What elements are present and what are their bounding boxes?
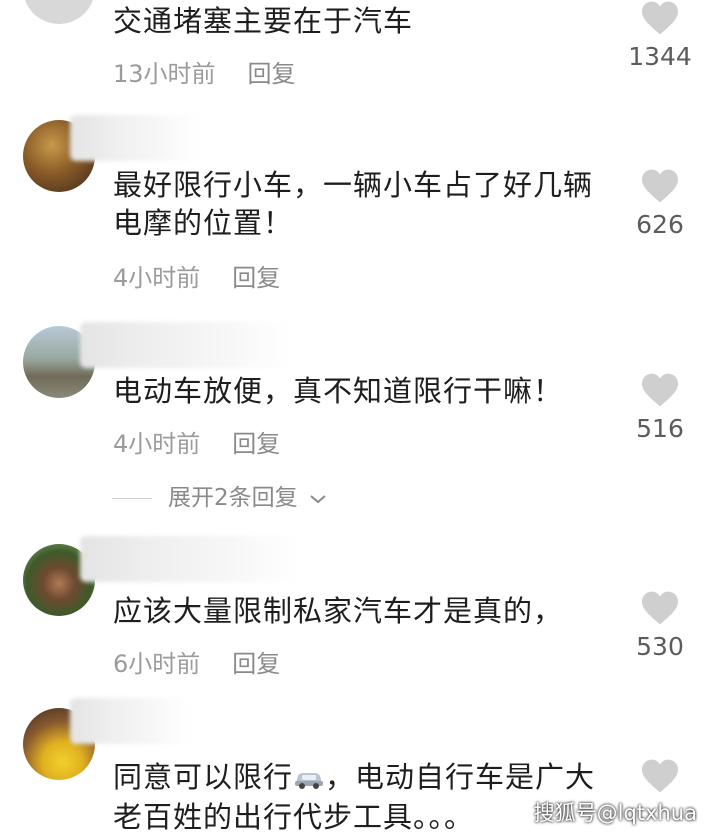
comment-meta: 13小时前 回复 bbox=[113, 54, 296, 89]
chevron-down-icon bbox=[310, 494, 326, 503]
comment-text: 电动车放便，真不知道限行干嘛！ bbox=[113, 374, 564, 408]
avatar[interactable] bbox=[23, 0, 95, 24]
like-count: 530 bbox=[636, 632, 684, 661]
comment-text: 最好限行小车，一辆小车占了好几辆 电摩的位置！ bbox=[113, 168, 594, 240]
timestamp: 4小时前 bbox=[113, 264, 201, 292]
like-button[interactable]: 516 bbox=[626, 372, 694, 443]
username-blurred bbox=[80, 536, 300, 582]
reply-button[interactable]: 回复 bbox=[232, 264, 280, 292]
comment-text: 交通堵塞主要在于汽车 bbox=[113, 4, 414, 38]
like-count: 516 bbox=[636, 414, 684, 443]
username-blurred bbox=[80, 322, 290, 368]
like-count: 626 bbox=[636, 210, 684, 239]
comment-meta: 4小时前 回复 bbox=[113, 258, 280, 293]
timestamp: 4小时前 bbox=[113, 430, 201, 458]
reply-button[interactable]: 回复 bbox=[232, 650, 280, 678]
heart-icon bbox=[642, 591, 678, 625]
timestamp: 13小时前 bbox=[113, 60, 216, 88]
comment-text: 应该大量限制私家汽车才是真的， bbox=[113, 594, 564, 628]
car-emoji-icon bbox=[293, 760, 325, 798]
watermark: 搜狐号@lqtxhua bbox=[533, 801, 697, 825]
like-button[interactable]: 530 bbox=[626, 590, 694, 661]
heart-icon bbox=[642, 1, 678, 35]
divider bbox=[112, 498, 152, 499]
like-count: 1344 bbox=[628, 42, 692, 71]
comment-meta: 6小时前 回复 bbox=[113, 644, 280, 679]
comment-meta: 4小时前 回复 bbox=[113, 424, 280, 459]
heart-icon bbox=[642, 169, 678, 203]
like-button[interactable]: 626 bbox=[626, 168, 694, 239]
comment-text: 同意可以限行 ，电动自行车是广大 老百姓的出行代步工具。。。 bbox=[113, 760, 596, 834]
heart-icon bbox=[642, 759, 678, 793]
username-blurred bbox=[70, 115, 200, 161]
heart-icon bbox=[642, 373, 678, 407]
reply-button[interactable]: 回复 bbox=[232, 430, 280, 458]
expand-replies-button[interactable]: 展开2条回复 bbox=[112, 478, 327, 512]
like-button[interactable] bbox=[626, 758, 694, 794]
timestamp: 6小时前 bbox=[113, 650, 201, 678]
username-blurred bbox=[70, 698, 190, 744]
reply-button[interactable]: 回复 bbox=[248, 60, 296, 88]
like-button[interactable]: 1344 bbox=[626, 0, 694, 71]
expand-replies-label: 展开2条回复 bbox=[168, 485, 298, 511]
